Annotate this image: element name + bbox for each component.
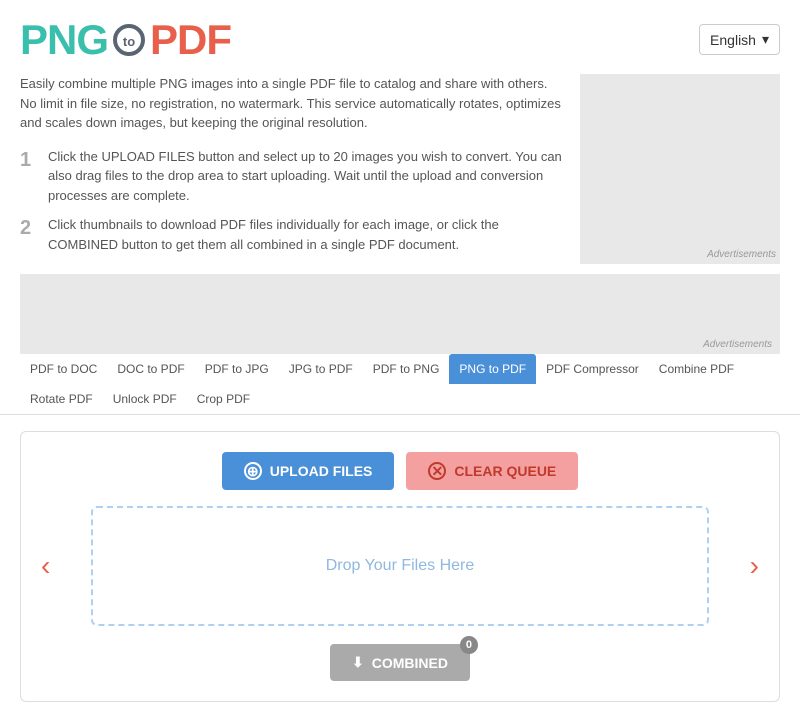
combined-label: COMBINED: [372, 655, 448, 671]
clear-queue-label: CLEAR QUEUE: [454, 463, 556, 479]
carousel-next-button[interactable]: ›: [750, 550, 759, 582]
step-2-number: 2: [20, 215, 36, 254]
tool-area: ⊕ UPLOAD FILES ✕ CLEAR QUEUE ‹ Drop Your…: [20, 431, 780, 702]
logo: PNG to PDF: [20, 16, 231, 64]
drop-zone-text: Drop Your Files Here: [326, 557, 475, 575]
step-1: 1 Click the UPLOAD FILES button and sele…: [20, 147, 564, 206]
clear-icon: ✕: [428, 462, 446, 480]
tab-crop-pdf[interactable]: Crop PDF: [187, 384, 260, 414]
tab-pdf-to-doc[interactable]: PDF to DOC: [20, 354, 107, 384]
main-layout: Easily combine multiple PNG images into …: [0, 64, 800, 274]
steps-list: 1 Click the UPLOAD FILES button and sele…: [20, 147, 564, 255]
upload-icon: ⊕: [244, 462, 262, 480]
drop-zone-wrapper: ‹ Drop Your Files Here ›: [81, 506, 719, 626]
description-text: Easily combine multiple PNG images into …: [20, 74, 564, 133]
tab-unlock-pdf[interactable]: Unlock PDF: [103, 384, 187, 414]
step-1-text: Click the UPLOAD FILES button and select…: [48, 147, 564, 206]
logo-pdf: PDF: [150, 16, 231, 64]
combined-button[interactable]: ⬇ COMBINED 0: [330, 644, 470, 681]
upload-files-button[interactable]: ⊕ UPLOAD FILES: [222, 452, 395, 490]
tab-rotate-pdf[interactable]: Rotate PDF: [20, 384, 103, 414]
logo-to-icon: to: [111, 22, 147, 58]
tool-buttons: ⊕ UPLOAD FILES ✕ CLEAR QUEUE: [41, 452, 759, 490]
tab-pdf-to-png[interactable]: PDF to PNG: [363, 354, 450, 384]
chevron-down-icon: ▾: [762, 31, 769, 48]
header: PNG to PDF English ▾: [0, 0, 800, 64]
ad-sidebar-label: Advertisements: [707, 249, 776, 260]
carousel-prev-button[interactable]: ‹: [41, 550, 50, 582]
combined-row: ⬇ COMBINED 0: [41, 644, 759, 681]
tab-pdf-to-jpg[interactable]: PDF to JPG: [195, 354, 279, 384]
tab-doc-to-pdf[interactable]: DOC to PDF: [107, 354, 194, 384]
tab-pdf-compressor[interactable]: PDF Compressor: [536, 354, 649, 384]
tab-combine-pdf[interactable]: Combine PDF: [649, 354, 744, 384]
language-selector[interactable]: English ▾: [699, 24, 780, 55]
logo-separator: to: [111, 22, 147, 58]
logo-png: PNG: [20, 16, 108, 64]
step-1-number: 1: [20, 147, 36, 206]
drop-zone[interactable]: Drop Your Files Here: [91, 506, 709, 626]
language-label: English: [710, 32, 756, 48]
download-icon: ⬇: [352, 654, 364, 671]
svg-text:to: to: [123, 34, 135, 49]
upload-files-label: UPLOAD FILES: [270, 463, 373, 479]
ad-banner: Advertisements: [20, 274, 780, 354]
step-2: 2 Click thumbnails to download PDF files…: [20, 215, 564, 254]
ad-banner-label: Advertisements: [703, 339, 772, 350]
tab-png-to-pdf[interactable]: PNG to PDF: [449, 354, 536, 384]
step-2-text: Click thumbnails to download PDF files i…: [48, 215, 564, 254]
nav-tabs: PDF to DOC DOC to PDF PDF to JPG JPG to …: [0, 354, 800, 415]
tab-jpg-to-pdf[interactable]: JPG to PDF: [279, 354, 363, 384]
clear-queue-button[interactable]: ✕ CLEAR QUEUE: [406, 452, 578, 490]
combined-badge: 0: [460, 636, 478, 654]
content-left: Easily combine multiple PNG images into …: [20, 74, 564, 264]
ad-sidebar: Advertisements: [580, 74, 780, 264]
